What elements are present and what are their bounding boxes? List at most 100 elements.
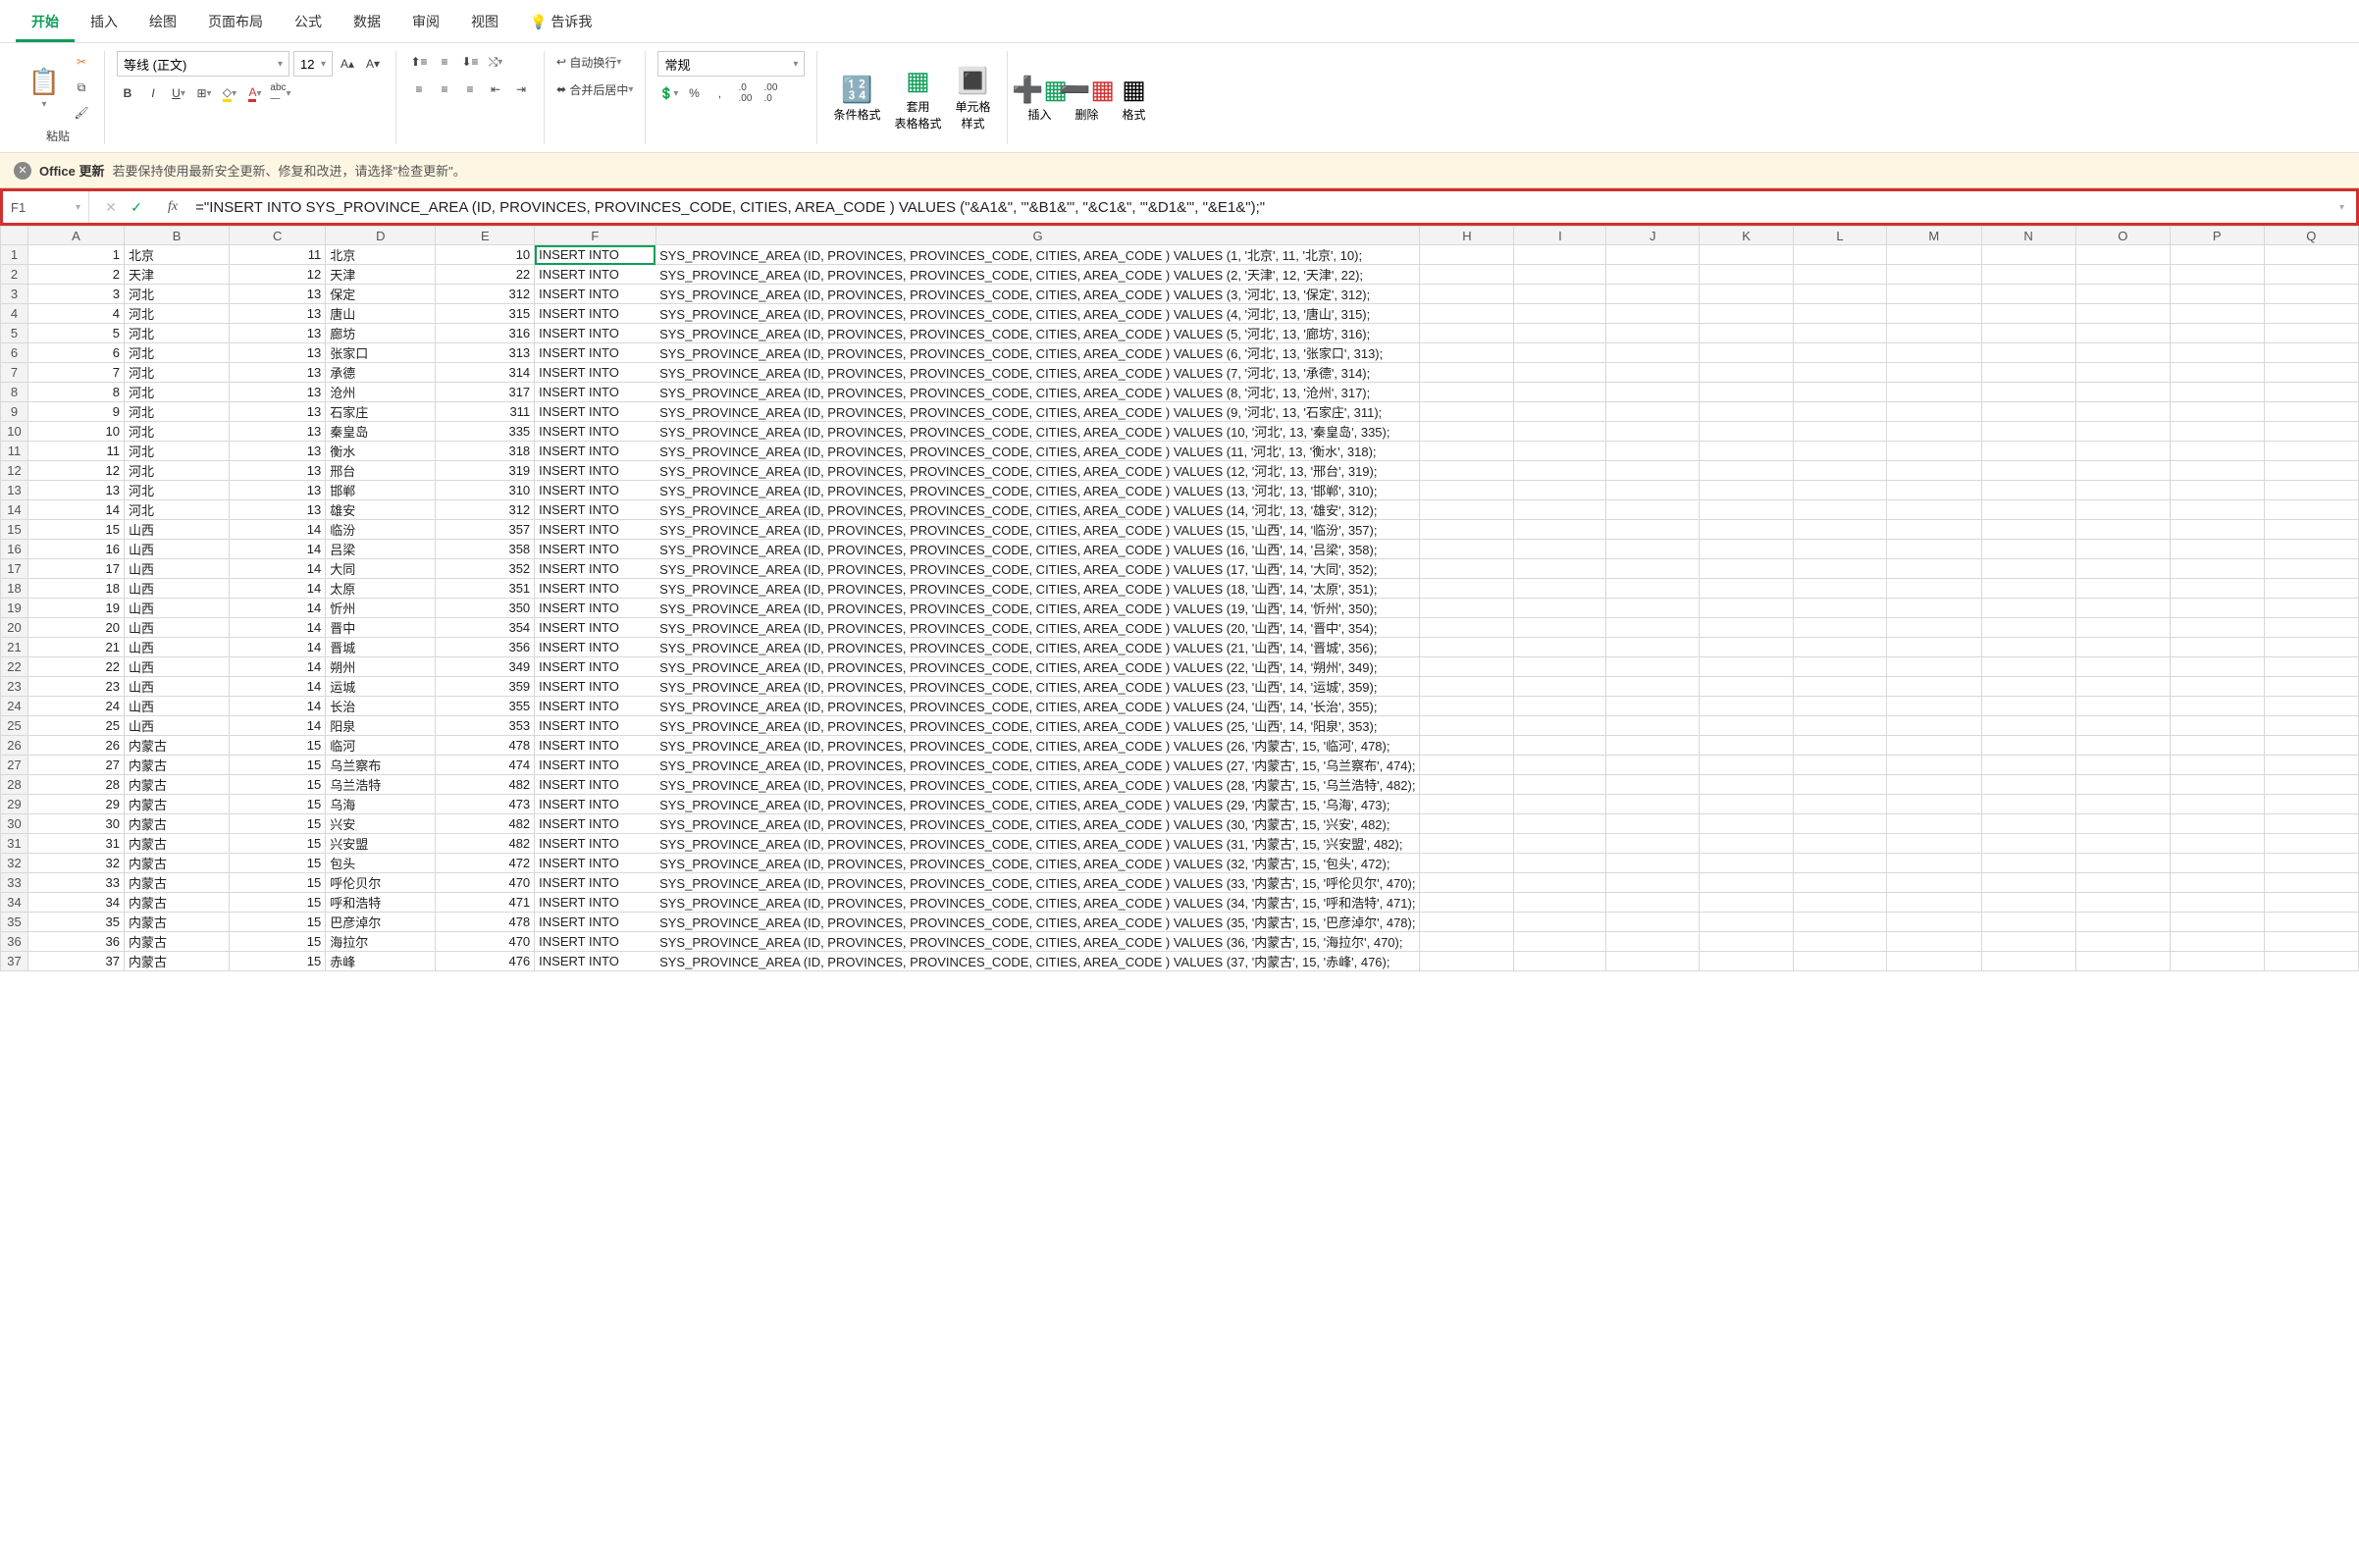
cell[interactable] (1514, 383, 1606, 402)
cell[interactable]: 32 (28, 854, 125, 873)
cell[interactable] (2075, 285, 2170, 304)
cell[interactable]: 14 (28, 500, 125, 520)
cell[interactable]: 26 (28, 736, 125, 756)
fill-color-button[interactable]: ◇▾ (219, 82, 240, 104)
cell[interactable]: INSERT INTO (535, 677, 655, 697)
cell[interactable]: INSERT INTO (535, 324, 655, 343)
cell[interactable]: SYS_PROVINCE_AREA (ID, PROVINCES, PROVIN… (655, 716, 1420, 736)
cell[interactable]: 9 (28, 402, 125, 422)
decrease-decimal-button[interactable]: .00.0 (760, 82, 781, 104)
cell[interactable]: 内蒙古 (124, 834, 229, 854)
cell[interactable]: INSERT INTO (535, 775, 655, 795)
cell[interactable] (1420, 775, 1514, 795)
cell[interactable]: 河北 (124, 324, 229, 343)
cell[interactable]: 3 (28, 285, 125, 304)
cell[interactable] (2075, 756, 2170, 775)
cell[interactable] (1887, 540, 1982, 559)
cell[interactable] (1793, 324, 1886, 343)
bold-button[interactable]: B (117, 82, 138, 104)
cell[interactable] (1700, 500, 1794, 520)
cell[interactable]: 478 (436, 736, 535, 756)
cell[interactable] (1793, 795, 1886, 814)
align-center-button[interactable]: ≡ (434, 78, 455, 100)
cell[interactable]: 35 (28, 913, 125, 932)
cell[interactable]: 14 (230, 520, 326, 540)
cell[interactable] (2264, 402, 2358, 422)
cell[interactable] (1793, 657, 1886, 677)
cell[interactable] (1606, 343, 1700, 363)
cell[interactable] (1887, 481, 1982, 500)
cell[interactable] (1514, 520, 1606, 540)
row-header[interactable]: 36 (1, 932, 28, 952)
cell[interactable]: 20 (28, 618, 125, 638)
cell[interactable] (1606, 363, 1700, 383)
cell[interactable] (2075, 638, 2170, 657)
cell[interactable] (1981, 285, 2075, 304)
row-header[interactable]: 28 (1, 775, 28, 795)
col-header-P[interactable]: P (2170, 227, 2264, 245)
cell[interactable] (1514, 952, 1606, 971)
cell[interactable]: INSERT INTO (535, 736, 655, 756)
cell[interactable]: 河北 (124, 343, 229, 363)
col-header-N[interactable]: N (1981, 227, 2075, 245)
cell[interactable] (1793, 618, 1886, 638)
cell[interactable] (2075, 265, 2170, 285)
cell[interactable]: SYS_PROVINCE_AREA (ID, PROVINCES, PROVIN… (655, 245, 1420, 265)
cell[interactable] (1606, 481, 1700, 500)
cell[interactable] (2075, 599, 2170, 618)
cell[interactable] (1981, 716, 2075, 736)
accept-formula-button[interactable]: ✓ (125, 199, 148, 216)
cell[interactable] (2264, 265, 2358, 285)
cell[interactable] (1606, 324, 1700, 343)
cell[interactable] (1700, 834, 1794, 854)
cell[interactable] (1606, 599, 1700, 618)
cell[interactable]: 14 (230, 677, 326, 697)
cell[interactable]: 23 (28, 677, 125, 697)
cell[interactable] (1606, 265, 1700, 285)
cell[interactable]: SYS_PROVINCE_AREA (ID, PROVINCES, PROVIN… (655, 481, 1420, 500)
cell[interactable] (1887, 245, 1982, 265)
cell[interactable] (1887, 677, 1982, 697)
cell[interactable] (2264, 461, 2358, 481)
cell[interactable]: 12 (230, 265, 326, 285)
cell[interactable]: 24 (28, 697, 125, 716)
cell[interactable]: 呼伦贝尔 (326, 873, 436, 893)
cell[interactable] (2264, 677, 2358, 697)
cell[interactable]: 13 (230, 422, 326, 442)
cell[interactable] (1606, 579, 1700, 599)
cell[interactable] (1606, 559, 1700, 579)
cell[interactable] (1981, 363, 2075, 383)
col-header-H[interactable]: H (1420, 227, 1514, 245)
cell[interactable] (1793, 363, 1886, 383)
cell[interactable] (1887, 402, 1982, 422)
cell[interactable] (1981, 814, 2075, 834)
cell[interactable] (1793, 814, 1886, 834)
cell[interactable] (1887, 520, 1982, 540)
cell[interactable] (1981, 520, 2075, 540)
cell[interactable]: 2 (28, 265, 125, 285)
cell[interactable] (1514, 304, 1606, 324)
cell[interactable]: 乌兰浩特 (326, 775, 436, 795)
cell[interactable] (2264, 343, 2358, 363)
cell[interactable]: 474 (436, 756, 535, 775)
cell[interactable] (1981, 579, 2075, 599)
cell[interactable]: 内蒙古 (124, 893, 229, 913)
cell[interactable] (2170, 402, 2264, 422)
cell[interactable] (2075, 461, 2170, 481)
cell[interactable] (1887, 265, 1982, 285)
cell[interactable] (1420, 383, 1514, 402)
cell[interactable] (1981, 657, 2075, 677)
cell[interactable]: 471 (436, 893, 535, 913)
cell[interactable] (1606, 402, 1700, 422)
cell[interactable]: INSERT INTO (535, 520, 655, 540)
cell[interactable] (2264, 697, 2358, 716)
cell[interactable] (1981, 873, 2075, 893)
cell[interactable]: 河北 (124, 383, 229, 402)
cell[interactable]: SYS_PROVINCE_AREA (ID, PROVINCES, PROVIN… (655, 324, 1420, 343)
cell[interactable] (1514, 716, 1606, 736)
cell[interactable] (1606, 697, 1700, 716)
cell[interactable] (1887, 461, 1982, 481)
cell[interactable] (1793, 952, 1886, 971)
cell[interactable] (1606, 834, 1700, 854)
cell[interactable] (2075, 834, 2170, 854)
